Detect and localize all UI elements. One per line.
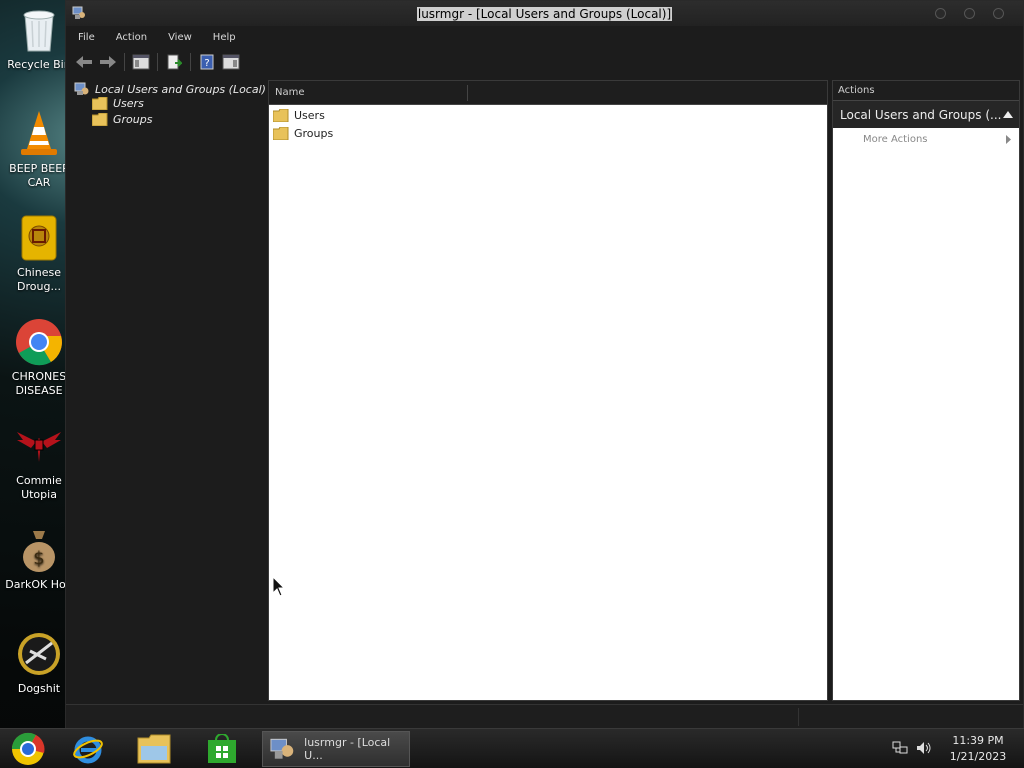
column-separator[interactable] (467, 85, 468, 101)
more-actions-label: More Actions (863, 133, 928, 145)
folder-icon (92, 113, 108, 126)
actions-section-local-users-groups[interactable]: Local Users and Groups (... (833, 101, 1019, 128)
volume-icon[interactable] (916, 741, 932, 758)
clock-date: 1/21/2023 (949, 750, 1007, 763)
tree-item-label: Groups (113, 113, 153, 126)
actions-pane: Actions Local Users and Groups (... More… (832, 80, 1020, 701)
users-groups-icon (270, 738, 294, 759)
tree-item-label: Users (113, 97, 144, 110)
system-tray (892, 729, 932, 768)
internet-explorer-icon (73, 736, 103, 764)
mahjong-tile-icon (15, 214, 63, 262)
submenu-arrow-icon (1006, 134, 1011, 144)
taskbar-task-label: lusrmgr - [Local U... (304, 736, 391, 762)
forward-button[interactable] (98, 52, 118, 72)
folder-icon (92, 97, 108, 110)
back-arrow-icon (76, 56, 92, 68)
minimize-button[interactable] (935, 8, 946, 19)
taskbar-internet-explorer[interactable] (64, 731, 112, 767)
computer-management-icon (72, 6, 86, 20)
actions-section-label: Local Users and Groups (... (840, 107, 1002, 122)
desktop-icon-label: Commie Utopia (16, 474, 62, 501)
window-title: lusrmgr - [Local Users and Groups (Local… (416, 6, 673, 21)
status-separator (798, 708, 799, 726)
start-button[interactable] (4, 731, 52, 767)
tree-root-label: Local Users and Groups (Local) (95, 82, 266, 96)
show-hide-console-tree-button[interactable] (131, 52, 151, 72)
desktop-icon-label: Dogshit (17, 682, 61, 695)
chrome-icon (15, 318, 63, 366)
mouse-cursor-icon (272, 576, 286, 597)
taskbar-task-lusrmgr[interactable]: lusrmgr - [Local U... (262, 731, 410, 767)
taskbar: lusrmgr - [Local U... 11:39 PM 1/21/2023 (0, 728, 1024, 768)
start-orb-icon (11, 732, 45, 765)
svg-text:$: $ (33, 548, 44, 569)
file-explorer-icon (137, 734, 171, 764)
export-list-button[interactable] (164, 52, 184, 72)
maximize-button[interactable] (964, 8, 975, 19)
desktop-icon-label: Recycle Bin (7, 58, 71, 71)
column-header-name[interactable]: Name (275, 87, 305, 98)
back-button[interactable] (74, 52, 94, 72)
tree-node-root[interactable]: Local Users and Groups (Local) (74, 81, 266, 97)
network-icon[interactable] (892, 741, 908, 758)
toolbar-separator (190, 53, 191, 71)
close-button[interactable] (993, 8, 1004, 19)
taskbar-store[interactable] (198, 731, 246, 767)
store-icon (208, 734, 236, 763)
result-list: Name Users Groups (268, 80, 828, 701)
menu-bar: File Action View Help (66, 28, 1023, 46)
list-item-groups[interactable]: Groups (269, 124, 827, 142)
actions-header: Actions (833, 81, 1019, 101)
console-tree-icon (132, 54, 150, 70)
console-tree: Local Users and Groups (Local) Users Gro… (70, 79, 266, 699)
traffic-cone-icon (15, 110, 63, 158)
list-item-label: Users (294, 108, 325, 122)
menu-action[interactable]: Action (116, 32, 147, 43)
export-list-icon (167, 54, 182, 70)
money-bag-icon: $ (15, 526, 63, 574)
status-bar (66, 704, 1023, 728)
help-icon: ? (200, 54, 214, 70)
taskbar-file-explorer[interactable] (130, 731, 178, 767)
help-button[interactable]: ? (197, 52, 217, 72)
folder-icon (273, 126, 289, 140)
menu-help[interactable]: Help (213, 32, 236, 43)
list-item-users[interactable]: Users (269, 106, 827, 124)
taskbar-clock[interactable]: 11:39 PM 1/21/2023 (942, 733, 1014, 765)
collapse-up-icon (1003, 111, 1013, 118)
dogshit-app-icon (15, 630, 63, 678)
list-header: Name (269, 81, 827, 105)
menu-view[interactable]: View (168, 32, 192, 43)
toolbar-separator (157, 53, 158, 71)
eagle-emblem-icon (15, 422, 63, 470)
menu-file[interactable]: File (78, 32, 95, 43)
lusrmgr-window: lusrmgr - [Local Users and Groups (Local… (65, 0, 1024, 728)
folder-icon (273, 108, 289, 122)
clock-time: 11:39 PM (952, 734, 1004, 747)
desktop-icon-label: Chinese Droug... (17, 266, 61, 293)
title-bar[interactable]: lusrmgr - [Local Users and Groups (Local… (66, 1, 1023, 26)
users-groups-icon (74, 82, 89, 95)
forward-arrow-icon (100, 56, 116, 68)
desktop-icon-label: BEEP BEEP CAR (9, 162, 69, 189)
toolbar-separator (124, 53, 125, 71)
desktop-icon-label: CHRONES DISEASE (11, 370, 67, 397)
recycle-bin-icon (15, 6, 63, 54)
list-item-label: Groups (294, 126, 334, 140)
action-pane-icon (222, 54, 240, 70)
svg-text:?: ? (204, 58, 209, 69)
desktop-icon-label: DarkOK Hon (5, 578, 73, 591)
tree-node-groups[interactable]: Groups (92, 113, 152, 126)
more-actions-item[interactable]: More Actions (833, 128, 1019, 150)
toolbar: ? (66, 50, 1023, 74)
tree-node-users[interactable]: Users (92, 97, 144, 110)
show-hide-action-pane-button[interactable] (221, 52, 241, 72)
